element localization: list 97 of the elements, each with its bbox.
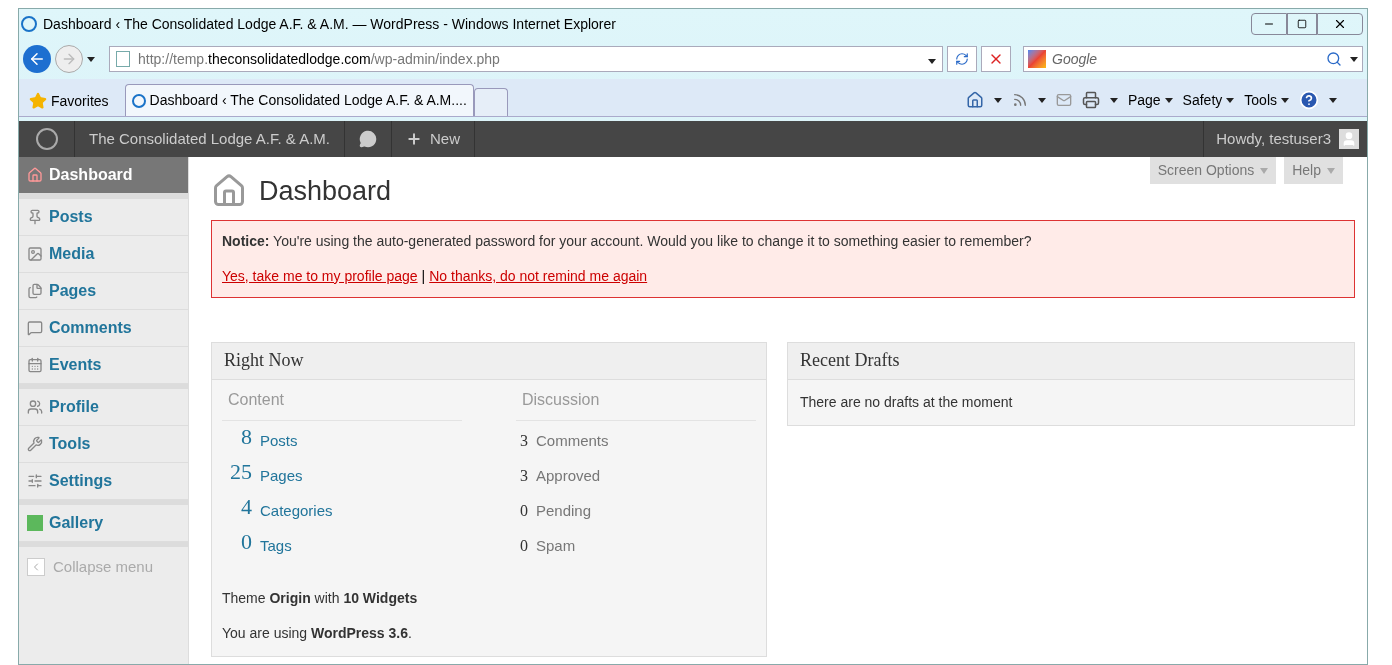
- caret-icon: [993, 97, 1002, 103]
- panel-title: Right Now: [224, 349, 304, 372]
- favorites-button[interactable]: Favorites: [23, 86, 115, 116]
- sidebar-item[interactable]: Gallery: [19, 505, 188, 542]
- help-icon[interactable]: [1299, 90, 1319, 110]
- page-icon: [116, 51, 130, 67]
- minimize-button[interactable]: [1251, 13, 1287, 35]
- close-icon: [1333, 17, 1347, 31]
- column-heading: Content: [228, 390, 285, 408]
- notice-text: Notice: You're using the auto-generated password for your account. Would you like to change it to something easier to remember?: [222, 231, 1033, 251]
- close-button[interactable]: [1317, 13, 1363, 35]
- sidebar-item[interactable]: Media: [19, 236, 188, 273]
- caret-icon: [1109, 97, 1118, 103]
- search-icon[interactable]: [1326, 51, 1342, 67]
- panel-title: Recent Drafts: [800, 349, 900, 372]
- comment-icon[interactable]: [359, 130, 377, 148]
- right-arrow-icon: [61, 51, 77, 67]
- link-separator: |: [421, 266, 426, 286]
- stat-link[interactable]: Pages: [260, 465, 303, 488]
- dismiss-link[interactable]: No thanks, do not remind me again: [429, 265, 648, 287]
- command-menu[interactable]: Safety: [1182, 89, 1235, 111]
- wrench-icon: [27, 436, 43, 452]
- sidebar-item[interactable]: Settings: [19, 463, 188, 500]
- home-icon[interactable]: [965, 91, 984, 109]
- command-menu[interactable]: Page: [1127, 89, 1173, 111]
- command-menu[interactable]: Tools: [1244, 89, 1289, 111]
- profile-link[interactable]: Yes, take me to my profile page: [222, 265, 418, 287]
- sidebar-item[interactable]: Comments: [19, 310, 188, 347]
- caret-icon: [1260, 167, 1269, 174]
- maximize-button[interactable]: [1287, 13, 1317, 35]
- refresh-icon: [955, 52, 969, 66]
- star-icon: [29, 92, 47, 110]
- new-link[interactable]: New: [392, 121, 475, 157]
- pages-icon: [27, 283, 43, 299]
- empty-drafts-text: There are no drafts at the moment: [799, 392, 1014, 412]
- gallery-icon: [27, 515, 43, 531]
- version-text: You are using WordPress 3.6.: [221, 623, 413, 643]
- sidebar-item[interactable]: Pages: [19, 273, 188, 310]
- window-title: Dashboard ‹ The Consolidated Lodge A.F. & A.M. — WordPress - Windows Internet Explorer: [43, 14, 616, 34]
- stat-link[interactable]: Pending: [536, 500, 592, 523]
- plus-icon: [406, 131, 422, 147]
- stat-link[interactable]: Categories: [260, 500, 333, 523]
- stat-link[interactable]: Tags: [260, 535, 292, 558]
- search-box[interactable]: Google: [1023, 46, 1363, 72]
- printer-icon[interactable]: [1081, 91, 1100, 109]
- stat-link[interactable]: Spam: [536, 535, 576, 558]
- theme-text: Theme Origin with 10 Widgets: [221, 588, 419, 608]
- mail-icon[interactable]: [1055, 92, 1072, 108]
- count[interactable]: 25: [222, 454, 252, 488]
- caret-icon: [1350, 56, 1358, 62]
- column-heading: Discussion: [522, 390, 600, 408]
- search-provider-icon: [1028, 50, 1046, 68]
- help-button[interactable]: Help: [1284, 157, 1343, 184]
- people-icon: [27, 399, 43, 415]
- url-text: http://temp.theconsolidatedlodge.com/wp-admin/index.php: [138, 49, 500, 69]
- count: 0: [519, 500, 528, 521]
- back-button[interactable]: [23, 45, 51, 73]
- sidebar-item[interactable]: Dashboard: [19, 157, 188, 194]
- address-field[interactable]: http://temp.theconsolidatedlodge.com/wp-admin/index.php: [109, 46, 943, 72]
- sliders-icon: [27, 473, 43, 489]
- caret-icon: [1327, 167, 1335, 174]
- count: 3: [519, 465, 528, 486]
- count[interactable]: 4: [222, 489, 252, 523]
- caret-icon: [1329, 97, 1337, 103]
- sidebar-item[interactable]: Posts: [19, 199, 188, 236]
- search-field[interactable]: Google: [1052, 48, 1326, 70]
- caret-icon: [1226, 97, 1235, 103]
- count: 3: [519, 430, 528, 451]
- caret-icon: [87, 56, 95, 62]
- count[interactable]: 0: [222, 524, 252, 558]
- person-icon: [1341, 131, 1357, 147]
- maximize-icon: [1297, 19, 1307, 29]
- count[interactable]: 8: [222, 419, 252, 453]
- browser-tab[interactable]: Dashboard ‹ The Consolidated Lodge A.F. & A.M....: [124, 84, 474, 116]
- sidebar-item[interactable]: Events: [19, 347, 188, 384]
- screen-options-button[interactable]: Screen Options: [1149, 157, 1277, 184]
- calendar-icon: [27, 357, 43, 373]
- pin-icon: [27, 209, 43, 225]
- speech-bubble-icon: [27, 320, 43, 336]
- sidebar-item[interactable]: Profile: [19, 389, 188, 426]
- sidebar-item[interactable]: Tools: [19, 426, 188, 463]
- count: 0: [519, 535, 528, 556]
- stat-link[interactable]: Posts: [260, 430, 298, 453]
- stat-link[interactable]: Approved: [536, 465, 601, 488]
- feed-icon[interactable]: [1011, 92, 1028, 108]
- house-icon: [27, 167, 43, 183]
- stop-button[interactable]: [981, 46, 1011, 72]
- page-title: Dashboard: [259, 175, 392, 208]
- stat-link[interactable]: Comments: [536, 430, 609, 453]
- caret-icon: [1281, 97, 1289, 103]
- caret-icon: [1037, 97, 1046, 103]
- howdy-link[interactable]: Howdy, testuser3: [1216, 127, 1331, 151]
- new-tab-button[interactable]: [473, 88, 508, 116]
- caret-icon: [928, 58, 936, 64]
- caret-icon: [1164, 97, 1173, 103]
- image-icon: [27, 246, 43, 262]
- refresh-button[interactable]: [947, 46, 977, 72]
